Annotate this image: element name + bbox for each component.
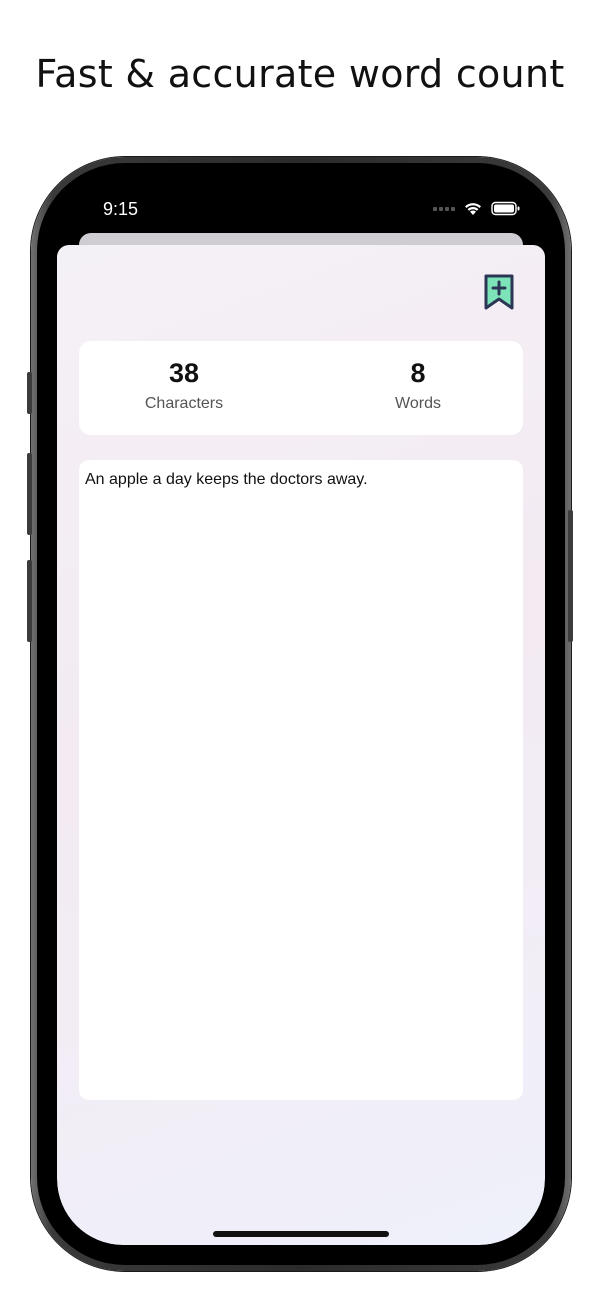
characters-stat: 38 Characters	[84, 355, 284, 413]
words-label: Words	[395, 395, 441, 412]
phone-screen: 9:15 38 Characters 8 Words An apple a da…	[57, 183, 545, 1245]
volume-up-button	[27, 453, 32, 535]
headline: Fast & accurate word count	[35, 52, 565, 96]
stats-card: 38 Characters 8 Words	[79, 341, 523, 435]
words-stat: 8 Words	[318, 355, 518, 413]
wifi-icon	[465, 203, 481, 215]
text-editor[interactable]: An apple a day keeps the doctors away.	[79, 460, 523, 1100]
words-count: 8	[410, 358, 426, 388]
status-icons	[433, 201, 521, 216]
bookmark-add-button[interactable]	[482, 272, 516, 312]
signal-icon	[433, 206, 455, 211]
battery-icon	[491, 201, 520, 216]
power-button	[568, 510, 573, 642]
app-sheet: 38 Characters 8 Words An apple a day kee…	[57, 245, 545, 1245]
silent-switch	[27, 372, 32, 414]
status-time: 9:15	[103, 199, 139, 219]
bookmark-plus-icon	[484, 274, 514, 310]
volume-down-button	[27, 560, 32, 642]
home-indicator[interactable]	[213, 1231, 389, 1237]
characters-label: Characters	[144, 395, 224, 412]
characters-count: 38	[168, 358, 200, 388]
